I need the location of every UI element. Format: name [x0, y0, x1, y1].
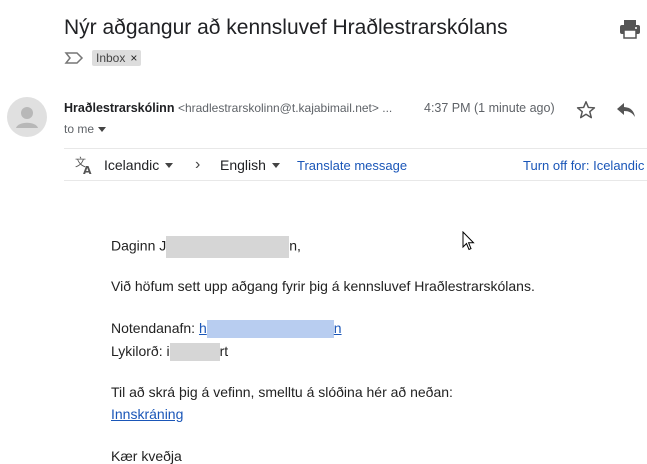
translate-bar-divider	[64, 180, 647, 181]
translate-message-link[interactable]: Translate message	[297, 158, 407, 173]
mouse-cursor-icon	[462, 230, 476, 251]
chevron-down-icon	[271, 162, 280, 168]
chevron-right-icon: ›	[195, 156, 201, 173]
closing-line: Kær kveðja	[111, 448, 182, 464]
body-paragraph: Við höfum sett upp aðgang fyrir þig á ke…	[111, 278, 535, 294]
print-icon[interactable]	[619, 19, 641, 39]
remove-label-icon[interactable]: ×	[130, 50, 137, 66]
sender-email: <hradlestrarskolinn@t.kajabimail.net> ..…	[177, 101, 393, 115]
star-icon[interactable]	[575, 99, 597, 121]
source-language-select[interactable]: Icelandic	[104, 157, 174, 173]
password-suffix: rt	[219, 343, 229, 359]
username-prefix: h	[198, 320, 207, 336]
login-link[interactable]: Innskráning	[111, 406, 183, 422]
greeting-line: Daginn J n,	[111, 236, 301, 258]
sender-name[interactable]: Hraðlestrarskólinn	[64, 101, 174, 115]
chevron-down-icon	[98, 126, 107, 132]
email-timestamp: 4:37 PM (1 minute ago)	[424, 101, 555, 115]
svg-text:A: A	[83, 164, 92, 175]
translate-icon: 文 A	[74, 155, 94, 177]
greeting-prefix: Daginn J	[111, 237, 167, 254]
username-link[interactable]: hn	[198, 320, 342, 339]
email-subject: Nýr aðgangur að kennsluvef Hraðlestrarsk…	[64, 16, 508, 39]
redacted-password	[169, 343, 220, 362]
target-language-label: English	[220, 157, 266, 173]
turn-off-translation-link[interactable]: Turn off for: Icelandic	[523, 158, 644, 173]
username-label: Notendanafn:	[111, 320, 199, 336]
chevron-down-icon	[165, 162, 174, 168]
sender-avatar	[7, 97, 47, 137]
label-chip-inbox[interactable]: Inbox ×	[92, 50, 142, 66]
password-label: Lykilorð: i	[111, 343, 170, 359]
source-language-label: Icelandic	[104, 157, 160, 173]
translate-bar-divider	[64, 148, 647, 149]
label-chip-text: Inbox	[96, 51, 126, 65]
importance-marker-icon[interactable]	[64, 51, 84, 65]
greeting-suffix: n,	[289, 237, 301, 254]
redacted-name	[166, 236, 290, 258]
sender-line: Hraðlestrarskólinn <hradlestrarskolinn@t…	[64, 101, 392, 115]
recipient-text: to me	[64, 122, 95, 136]
redacted-username	[206, 320, 334, 339]
target-language-select[interactable]: English	[220, 157, 280, 173]
password-line: Lykilorð: i rt	[111, 343, 229, 362]
username-suffix: n	[333, 320, 342, 336]
login-instructions: Til að skrá þig á vefinn, smelltu á slóð…	[111, 384, 453, 400]
default-avatar-icon	[16, 107, 38, 128]
reply-icon[interactable]	[615, 100, 637, 120]
username-line: Notendanafn: hn	[111, 320, 342, 339]
recipient-details-toggle[interactable]: to me	[64, 122, 107, 136]
